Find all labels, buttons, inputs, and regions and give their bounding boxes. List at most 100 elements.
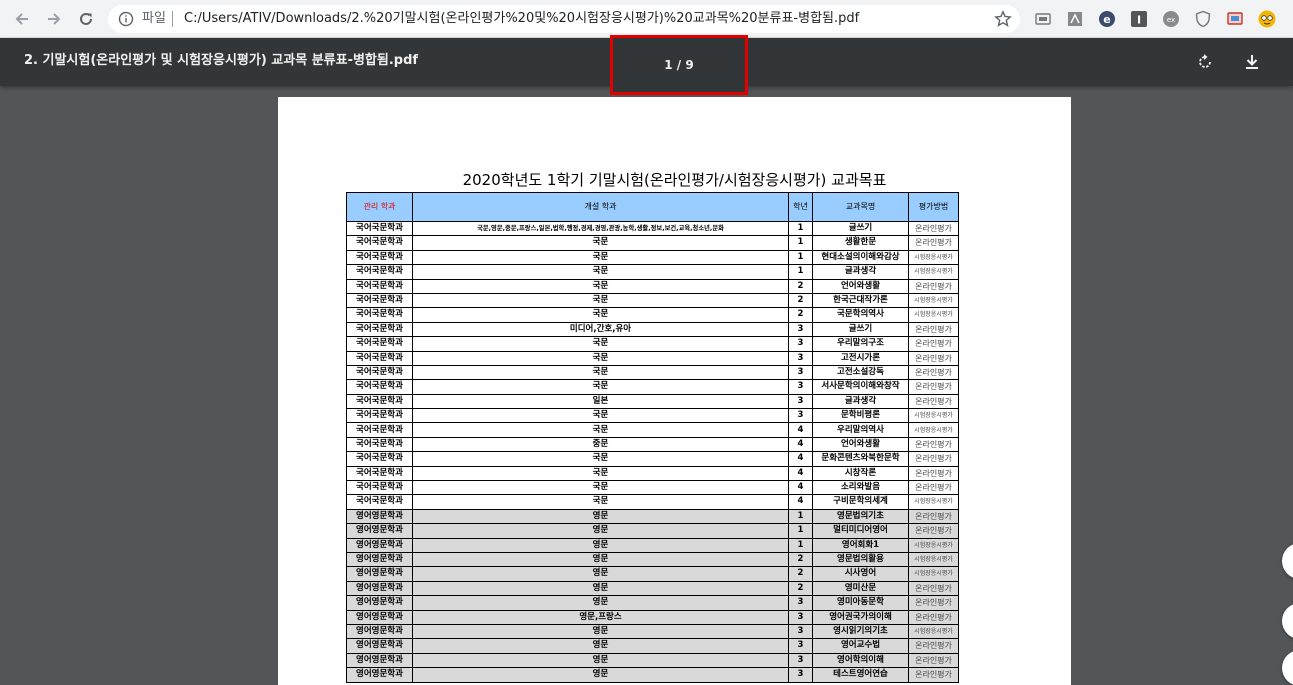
extension-1-icon[interactable] (1034, 10, 1052, 28)
table-row: 영어영문학과 영문 3 영어학의이해 온라인평가 (346, 652, 959, 669)
profile-avatar-icon[interactable] (1258, 10, 1276, 28)
url-text[interactable]: C:/Users/ATIV/Downloads/2.%20기말시험(온라인평가%… (184, 10, 984, 28)
extension-e-icon[interactable]: e (1098, 10, 1116, 28)
star-icon[interactable] (994, 10, 1012, 28)
table-row: 영어영문학과 영문 1 영문법의기초 온라인평가 (346, 508, 959, 525)
cell-dept: 영어영문학과 (346, 566, 413, 582)
cell-subject: 영미산문 (812, 580, 909, 597)
cell-year: 4 (788, 494, 813, 510)
address-bar[interactable]: 파일 C:/Users/ATIV/Downloads/2.%20기말시험(온라인… (108, 5, 1020, 33)
shield-extension-icon[interactable] (1194, 10, 1212, 28)
rotate-button[interactable] (1193, 50, 1217, 74)
cell-open: 국문 (412, 422, 789, 438)
forward-button[interactable] (42, 7, 66, 31)
cell-method: 시험장응시평가 (908, 422, 959, 438)
cell-dept: 국어국문학과 (346, 436, 413, 453)
pdf-extension-icon[interactable] (1066, 10, 1084, 28)
cell-open: 영문 (412, 638, 789, 654)
cell-method: 온라인평가 (908, 350, 959, 366)
cell-method: 시험장응시평가 (908, 249, 959, 266)
table-row: 영어영문학과 영문 1 멀티미디어영어 온라인평가 (346, 523, 959, 539)
table-row: 국어국문학과 국문 2 국문학의역사 시험장응시평가 (346, 307, 959, 323)
cast-extension-icon[interactable] (1226, 10, 1244, 28)
cell-dept: 국어국문학과 (346, 292, 413, 309)
cell-open: 국문 (412, 350, 789, 366)
cell-year: 4 (788, 465, 813, 482)
cell-method: 온라인평가 (908, 652, 959, 669)
cell-open: 국문 (412, 451, 789, 467)
cell-year: 1 (788, 264, 813, 280)
header-dept: 관리 학과 (346, 192, 413, 222)
cell-open: 영문,프랑스 (412, 609, 789, 625)
header-subject: 교과목명 (812, 192, 909, 222)
page-indicator[interactable]: 1 / 9 (664, 58, 693, 72)
table-row: 영어영문학과 영문 2 영문법의활용 시험장응시평가 (346, 551, 959, 568)
cell-dept: 국어국문학과 (346, 465, 413, 482)
back-icon (15, 13, 28, 25)
cell-method: 시험장응시평가 (908, 264, 959, 280)
cell-method: 온라인평가 (908, 580, 959, 597)
table-row: 국어국문학과 국문 4 소리와발음 온라인평가 (346, 480, 959, 496)
cell-year: 3 (788, 595, 813, 611)
svg-text:e: e (1103, 13, 1110, 26)
cell-dept: 영어영문학과 (346, 609, 413, 625)
cell-dept: 국어국문학과 (346, 264, 413, 280)
cell-open: 영문 (412, 623, 789, 640)
cell-subject: 언어와생활 (812, 436, 909, 453)
cell-method: 시험장응시평가 (908, 307, 959, 323)
cell-subject: 영어권국가의이해 (812, 609, 909, 625)
info-icon[interactable] (118, 11, 134, 27)
cell-method: 온라인평가 (908, 336, 959, 352)
forward-icon (48, 13, 61, 25)
browser-toolbar: 파일 C:/Users/ATIV/Downloads/2.%20기말시험(온라인… (0, 0, 1293, 38)
extension-ex-icon[interactable]: ex (1162, 10, 1180, 28)
table-row: 국어국문학과 국문 3 고전소설강독 온라인평가 (346, 364, 959, 381)
omnibox-divider (172, 11, 173, 27)
cell-method: 시험장응시평가 (908, 494, 959, 510)
cell-subject: 글과생각 (812, 264, 909, 280)
cell-dept: 국어국문학과 (346, 235, 413, 251)
cell-year: 2 (788, 566, 813, 582)
cell-subject: 영어회화1 (812, 537, 909, 553)
cell-method: 온라인평가 (908, 220, 959, 237)
cell-year: 4 (788, 436, 813, 453)
zoom-out-button[interactable] (1282, 650, 1293, 685)
cell-subject: 문화콘텐츠와북한문학 (812, 451, 909, 467)
zoom-in-button[interactable] (1282, 603, 1293, 639)
table-row: 영어영문학과 영문 3 영어교수법 온라인평가 (346, 638, 959, 654)
cell-year: 1 (788, 220, 813, 237)
scheme-label: 파일 (142, 11, 166, 26)
cell-method: 온라인평가 (908, 436, 959, 453)
cell-open: 일본 (412, 393, 789, 410)
cell-open: 국문 (412, 307, 789, 323)
cell-method: 온라인평가 (908, 379, 959, 395)
cell-method: 온라인평가 (908, 480, 959, 496)
cell-dept: 영어영문학과 (346, 523, 413, 539)
cell-method: 온라인평가 (908, 595, 959, 611)
pdf-toolbar: 2. 기말시험(온라인평가 및 시험장응시평가) 교과목 분류표-병합됨.pdf… (0, 35, 1293, 95)
back-button[interactable] (10, 7, 34, 31)
cell-dept: 국어국문학과 (346, 364, 413, 381)
cell-method: 온라인평가 (908, 451, 959, 467)
table-row: 영어영문학과 영문 3 테스트영어연습 온라인평가 (346, 667, 959, 683)
cell-subject: 글쓰기 (812, 321, 909, 338)
svg-text:ex: ex (1167, 16, 1175, 24)
table-row: 국어국문학과 국문 2 한국근대작가론 시험장응시평가 (346, 292, 959, 309)
extension-i-icon[interactable]: I (1130, 10, 1148, 28)
reload-button[interactable] (74, 7, 98, 31)
download-button[interactable] (1240, 50, 1264, 74)
cell-dept: 국어국문학과 (346, 408, 413, 424)
cell-dept: 국어국문학과 (346, 379, 413, 395)
rotate-icon (1199, 54, 1211, 68)
cell-year: 3 (788, 336, 813, 352)
fit-page-button[interactable] (1282, 543, 1293, 579)
table-row: 국어국문학과 미디어,간호,유아 3 글쓰기 온라인평가 (346, 321, 959, 338)
cell-method: 시험장응시평가 (908, 566, 959, 582)
cell-dept: 국어국문학과 (346, 278, 413, 294)
cell-dept: 국어국문학과 (346, 307, 413, 323)
cell-dept: 국어국문학과 (346, 494, 413, 510)
reload-icon (80, 12, 92, 25)
cell-year: 3 (788, 667, 813, 683)
document-title: 2020학년도 1학기 기말시험(온라인평가/시험장응시평가) 교과목표 (462, 171, 887, 189)
table-row: 국어국문학과 국문 2 언어와생활 온라인평가 (346, 278, 959, 294)
